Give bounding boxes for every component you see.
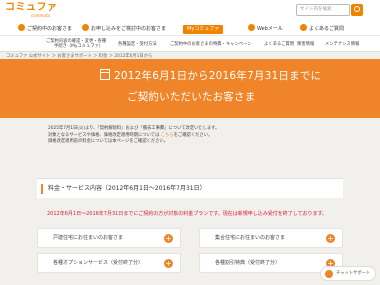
sub-navigation: ご契約内容の確認・変更・各種 手続き（Myコミュファ） 各種設定・受付方法 ご契…	[0, 36, 380, 52]
search-input[interactable]: サイト内を検索	[296, 4, 350, 16]
nav-prospective-customers[interactable]: お申し込みをご検討中のお客さま	[82, 24, 166, 34]
nav-current-customers[interactable]: ご契約中のお客さま	[18, 24, 72, 34]
page-title: 2012年6月1日から2016年7月31日までに	[114, 70, 322, 82]
top-navigation: ご契約中のお客さま お申し込みをご検討中のお客さま Myコミュファ Webメール…	[0, 22, 380, 36]
hero-banner: 2012年6月1日から2016年7月31日までに ご契約いただいたお客さま	[0, 59, 380, 118]
subnav-maintenance[interactable]: メンテナンス情報	[325, 42, 359, 47]
nav-faq[interactable]: よくあるご質問	[300, 24, 344, 34]
details-link[interactable]: こちら	[161, 133, 174, 138]
mail-icon	[248, 24, 255, 31]
plus-icon: +	[164, 234, 173, 243]
search-icon[interactable]	[351, 4, 363, 16]
chat-support-button[interactable]: チャットサポート	[320, 266, 376, 281]
subnav-outage[interactable]: 障害情報	[297, 42, 314, 47]
calendar-icon	[100, 69, 110, 80]
section-title: 料金・サービス内容（2012年6月1日～2016年7月31日）	[48, 185, 206, 192]
plus-icon: +	[164, 259, 173, 268]
intro-text: 2025年7月1日(火)より、『契約解除料』および『撤去工事費』について改定いた…	[48, 126, 220, 144]
nav-my-commufa[interactable]: Myコミュファ	[183, 25, 224, 34]
card-apartment[interactable]: 集合住宅にお住まいのお客さま +	[199, 228, 343, 248]
subnav-campaign[interactable]: ご契約中のお客さまの特典・キャンペーン	[170, 42, 251, 47]
nav-webmail[interactable]: Webメール	[248, 24, 283, 34]
home-icon	[82, 24, 89, 31]
chat-icon	[325, 270, 333, 278]
subnav-faq[interactable]: よくあるご質問	[264, 42, 294, 47]
question-icon	[300, 24, 307, 31]
section-header: 料金・サービス内容（2012年6月1日～2016年7月31日）	[37, 178, 343, 198]
notice-text: 2012年6月1日～2016年7月31日までにご契約の方が対象の料金プランです。…	[47, 211, 327, 217]
card-detached-house[interactable]: 戸建住宅にお住まいのお客さま +	[37, 228, 181, 248]
site-header: コミュファ commufa サイト内を検索	[0, 0, 380, 22]
page-subtitle: ご契約いただいたお客さま	[127, 91, 256, 103]
person-icon	[18, 24, 25, 31]
section-accent-bar	[41, 184, 43, 194]
brand-logo[interactable]: コミュファ commufa	[5, 2, 58, 18]
subnav-contract[interactable]: ご契約内容の確認・変更・各種 手続き（Myコミュファ）	[46, 39, 106, 49]
plus-icon: +	[326, 234, 335, 243]
card-options[interactable]: 各種オプションサービス（受付終了分） +	[37, 253, 181, 273]
brand-sub: commufa	[31, 13, 50, 18]
subnav-settings[interactable]: 各種設定・受付方法	[118, 42, 157, 47]
